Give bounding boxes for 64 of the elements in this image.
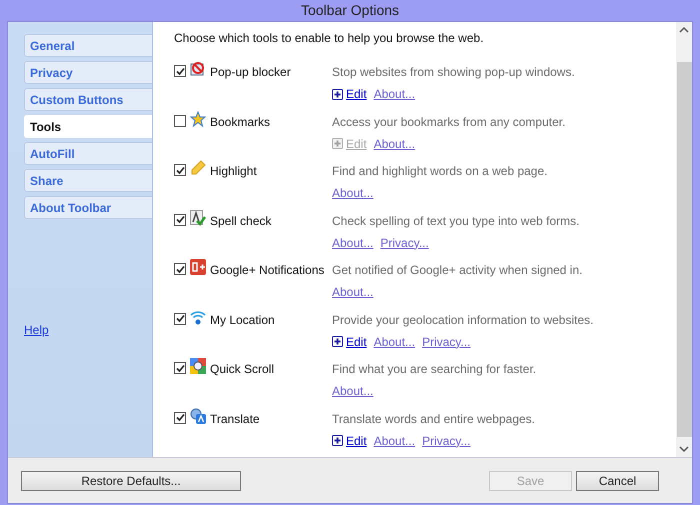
- tool-name: My Location: [210, 312, 275, 328]
- plus-icon: [332, 336, 343, 347]
- about-link[interactable]: About...: [332, 283, 374, 301]
- checkbox[interactable]: [174, 312, 186, 324]
- plus-icon: [332, 138, 343, 149]
- privacy-link[interactable]: Privacy...: [380, 234, 429, 252]
- checkbox[interactable]: [174, 362, 186, 374]
- edit-link[interactable]: Edit: [332, 432, 367, 450]
- sidebar-tab[interactable]: General: [24, 34, 152, 57]
- tool-description: Find what you are searching for faster.: [332, 361, 536, 378]
- cancel-button[interactable]: Cancel: [576, 470, 659, 490]
- sidebar-tab[interactable]: AutoFill: [24, 142, 152, 165]
- magnifier-icon: [190, 358, 206, 374]
- checkbox[interactable]: [174, 214, 186, 226]
- sidebar-tab[interactable]: About Toolbar: [24, 196, 152, 219]
- spell-check-icon: [190, 210, 206, 226]
- translate-icon: [190, 408, 206, 424]
- edit-link[interactable]: Edit: [332, 85, 367, 103]
- tool-description: Provide your geolocation information to websites.: [332, 312, 594, 328]
- tool-description: Stop websites from showing pop-up windows.: [332, 64, 575, 81]
- tool-name: Pop-up blocker: [210, 64, 291, 81]
- tool-description: Access your bookmarks from any computer.: [332, 114, 566, 130]
- help-link[interactable]: Help: [24, 321, 49, 339]
- privacy-link[interactable]: Privacy...: [422, 432, 471, 450]
- about-link[interactable]: About...: [374, 332, 416, 350]
- about-link[interactable]: About...: [374, 85, 416, 103]
- about-link[interactable]: About...: [332, 382, 374, 400]
- checkbox[interactable]: [174, 412, 186, 424]
- tool-description: Find and highlight words on a web page.: [332, 163, 548, 180]
- about-link[interactable]: About...: [374, 134, 416, 152]
- privacy-link[interactable]: Privacy...: [422, 332, 471, 350]
- tool-description: Translate words and entire webpages.: [332, 410, 536, 428]
- edit-link[interactable]: Edit: [332, 332, 367, 350]
- scrollbar[interactable]: [676, 22, 692, 457]
- sidebar-tab[interactable]: Privacy: [24, 61, 152, 84]
- about-link[interactable]: About...: [332, 234, 374, 252]
- highlighter-icon: [190, 160, 206, 176]
- tool-description: Check spelling of text you type into web forms.: [332, 212, 580, 230]
- wifi-location-icon: [190, 308, 206, 324]
- restore-defaults-button[interactable]: Restore Defaults...: [21, 470, 241, 490]
- window-title: Toolbar Options: [300, 1, 400, 20]
- notification-count-icon: [190, 259, 206, 275]
- sidebar-tab[interactable]: Share: [24, 169, 152, 192]
- about-link[interactable]: About...: [332, 184, 374, 202]
- blocked-window-icon: [190, 61, 206, 77]
- tool-name: Highlight: [210, 163, 257, 180]
- plus-icon: [332, 88, 343, 100]
- tool-description: Get notified of Google+ activity when signed in.: [332, 262, 582, 279]
- tool-name: Spell check: [210, 212, 272, 230]
- sidebar-tab[interactable]: Custom Buttons: [24, 88, 152, 111]
- tool-name: Translate: [210, 410, 260, 428]
- about-link[interactable]: About...: [374, 432, 416, 450]
- scroll-thumb[interactable]: [676, 62, 692, 437]
- sidebar-tab[interactable]: Tools: [24, 115, 152, 138]
- tool-name: Quick Scroll: [210, 361, 274, 378]
- tool-name: Bookmarks: [210, 114, 270, 130]
- intro-text: Choose which tools to enable to help you browse the web.: [174, 30, 485, 47]
- star-icon: [190, 110, 206, 126]
- checkbox[interactable]: [174, 164, 186, 176]
- tool-name: Google+ Notifications: [210, 262, 324, 279]
- plus-icon: [332, 435, 343, 446]
- checkbox[interactable]: [174, 263, 186, 275]
- checkbox[interactable]: [174, 114, 186, 126]
- checkbox[interactable]: [174, 65, 186, 77]
